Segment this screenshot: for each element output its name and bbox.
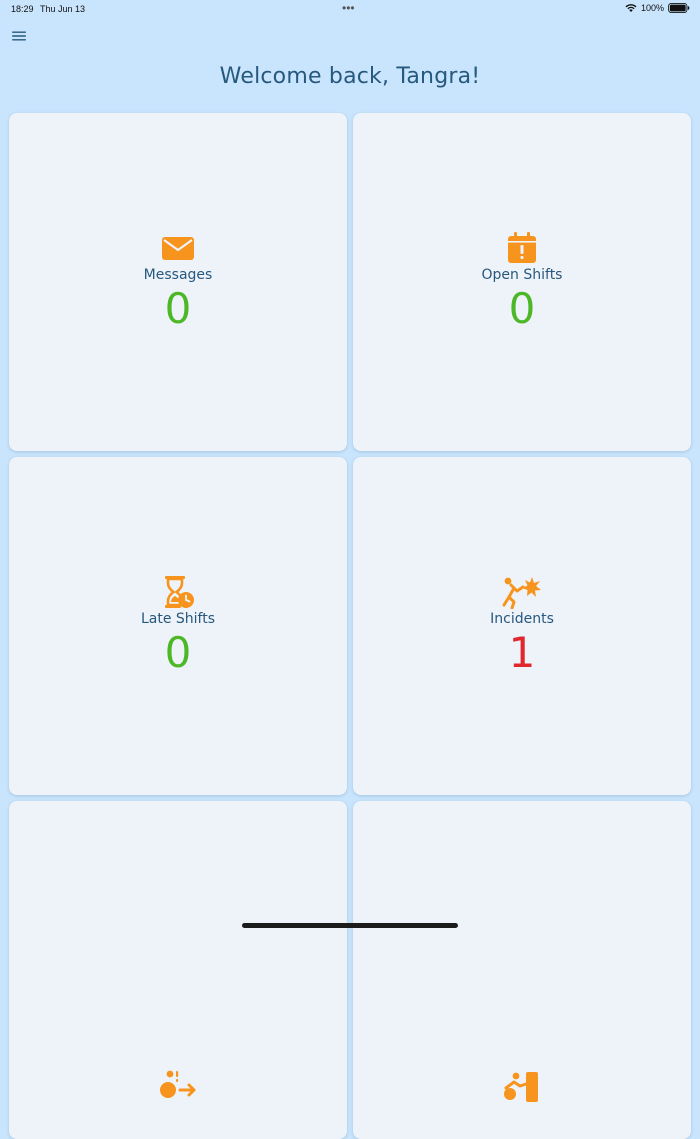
welcome-title: Welcome back, Tangra! xyxy=(219,64,481,89)
status-time: 18:29 xyxy=(11,4,34,14)
tile-count: 0 xyxy=(164,628,192,677)
tile-incidents[interactable]: Incidents 1 xyxy=(353,457,691,795)
person-clock-icon xyxy=(160,1070,196,1098)
home-indicator[interactable] xyxy=(242,923,458,928)
tile-messages[interactable]: Messages 0 xyxy=(9,113,347,451)
hourglass-clock-icon xyxy=(165,576,194,608)
envelope-icon xyxy=(162,237,194,260)
tile-clock-in[interactable] xyxy=(9,801,347,1139)
status-date: Thu Jun 13 xyxy=(40,4,86,14)
tile-late-shifts[interactable]: Late Shifts 0 xyxy=(9,457,347,795)
tile-open-shifts[interactable]: Open Shifts 0 xyxy=(353,113,691,451)
wifi-icon xyxy=(625,4,637,12)
tile-label: Incidents xyxy=(490,611,554,627)
person-falling-icon xyxy=(502,577,541,609)
tile-count: 1 xyxy=(508,628,536,677)
person-door-icon xyxy=(504,1072,538,1102)
status-bar: 18:29 Thu Jun 13 ••• 100% xyxy=(0,0,700,18)
battery-percent: 100% xyxy=(640,3,664,13)
tile-label: Late Shifts xyxy=(140,611,216,627)
tile-clock-out[interactable] xyxy=(353,801,691,1139)
tile-count: 0 xyxy=(164,284,192,333)
hamburger-menu-icon[interactable] xyxy=(12,30,26,42)
tile-count: 0 xyxy=(508,284,536,333)
tile-label: Messages xyxy=(143,267,213,283)
status-indicators: 100% xyxy=(625,3,690,13)
calendar-alert-icon xyxy=(508,232,536,263)
multitasking-dots[interactable]: ••• xyxy=(342,1,355,15)
tile-label: Open Shifts xyxy=(481,267,563,283)
battery-icon xyxy=(668,3,690,13)
